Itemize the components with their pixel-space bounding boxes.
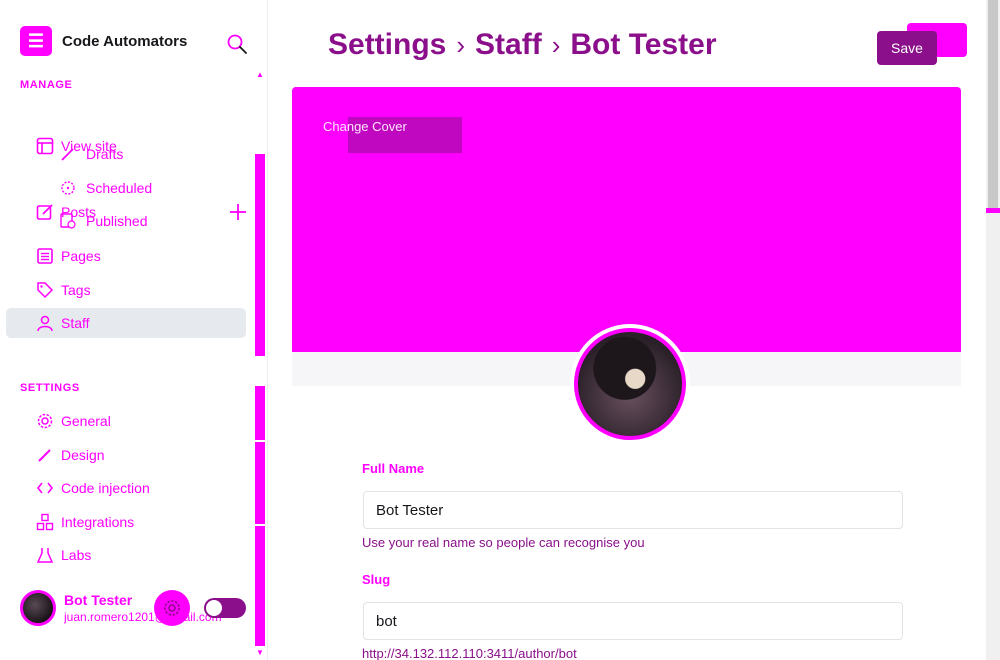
sidebar-subitem-drafts[interactable]: Drafts (60, 142, 123, 166)
sidebar-item-view-site[interactable]: View site (6, 131, 246, 161)
brand[interactable]: ☰ Code Automators (20, 26, 187, 56)
page-scrollbar-thumb[interactable] (988, 0, 998, 212)
breadcrumb: Settings › Staff › Bot Tester (328, 28, 717, 62)
sidebar-subitem-label: Scheduled (86, 180, 153, 196)
chevron-right-icon: › (456, 29, 466, 60)
scrollbar-segment (255, 526, 265, 646)
sidebar-item-label: General (61, 413, 111, 429)
sidebar-item-label: Labs (61, 547, 92, 563)
sidebar-item-integrations[interactable]: Integrations (6, 507, 246, 537)
chevron-right-icon: › (551, 29, 561, 60)
page-scrollbar[interactable] (986, 0, 1000, 660)
pencil-square-icon (36, 204, 53, 220)
staff-icon (37, 315, 53, 332)
sidebar-item-design[interactable]: Design (6, 440, 246, 470)
sidebar-item-code-injection[interactable]: Code injection (6, 473, 246, 503)
sidebar-item-pages[interactable]: Pages (6, 241, 246, 271)
brand-title: Code Automators (62, 32, 188, 50)
published-icon (60, 213, 76, 229)
toggle-knob (206, 600, 222, 616)
page-scrollbar-marker (986, 208, 1000, 213)
breadcrumb-staff[interactable]: Staff (475, 28, 542, 62)
pencil-icon (61, 148, 74, 161)
slug-label: Slug (362, 572, 391, 587)
sidebar-item-labs[interactable]: Labs (6, 540, 246, 570)
save-button[interactable]: Save (877, 31, 937, 65)
add-post-icon[interactable] (228, 202, 248, 222)
sidebar-item-label: Pages (61, 248, 101, 264)
sidebar-item-label: Integrations (61, 514, 135, 530)
sidebar-footer: Bot Tester juan.romero1201@gmail.com (20, 590, 248, 630)
section-label-settings: SETTINGS (20, 382, 80, 394)
breadcrumb-settings[interactable]: Settings (328, 28, 446, 62)
sidebar-item-label: Tags (61, 282, 91, 298)
scroll-down-arrow-icon[interactable]: ▼ (255, 648, 265, 657)
change-cover-label: Change Cover (323, 119, 407, 134)
brush-icon (38, 449, 51, 462)
change-cover-button[interactable]: Change Cover (323, 117, 462, 153)
profile-card: Full Name Use your real name so people c… (292, 324, 961, 660)
scrollbar-gap (255, 356, 265, 386)
sidebar-item-tags[interactable]: Tags (6, 275, 246, 305)
sidebar-item-general[interactable]: General (6, 406, 246, 436)
sidebar-subitem-published[interactable]: Published (60, 209, 148, 233)
sidebar: ☰ Code Automators MANAGE View site Posts… (0, 0, 268, 660)
clock-icon (61, 181, 75, 195)
footer-user-name[interactable]: Bot Tester (64, 592, 132, 608)
full-name-input[interactable] (363, 491, 903, 529)
integrations-icon (36, 513, 54, 531)
scrollbar-segment (255, 396, 265, 440)
pages-icon (37, 248, 53, 264)
main-content: Settings › Staff › Bot Tester Save Chang… (268, 0, 986, 660)
scrollbar-segment (255, 442, 265, 524)
gear-icon (37, 413, 53, 429)
slug-input[interactable] (363, 602, 903, 640)
search-icon[interactable] (226, 33, 248, 55)
full-name-hint: Use your real name so people can recogni… (362, 535, 645, 550)
slug-url-hint: http://34.132.112.110:3411/author/bot (362, 646, 577, 660)
sidebar-item-label: Staff (61, 315, 90, 331)
sidebar-subitem-scheduled[interactable]: Scheduled (60, 176, 152, 200)
section-label-manage: MANAGE (20, 79, 73, 91)
sidebar-item-label: Design (61, 447, 105, 463)
scroll-up-arrow-icon[interactable]: ▲ (255, 70, 265, 79)
gear-icon (164, 600, 180, 616)
sidebar-subitem-label: Published (86, 213, 148, 229)
code-icon (36, 482, 54, 494)
footer-user-email: juan.romero1201@gmail.com (64, 610, 222, 624)
labs-icon (36, 548, 54, 563)
profile-avatar-wrapper[interactable] (570, 324, 690, 444)
full-name-label: Full Name (362, 461, 425, 476)
brand-logo-icon: ☰ (20, 26, 52, 56)
settings-button[interactable] (154, 590, 190, 626)
page-title: Bot Tester (570, 28, 717, 61)
avatar[interactable] (20, 590, 56, 626)
sidebar-item-staff[interactable]: Staff (6, 308, 246, 338)
sidebar-item-label: Code injection (61, 480, 150, 496)
sidebar-scrollbar[interactable]: ▲ ▼ (253, 70, 267, 660)
layout-icon (36, 137, 54, 155)
cover-image: Change Cover (292, 87, 961, 352)
profile-avatar[interactable] (574, 328, 686, 440)
night-mode-toggle[interactable] (204, 598, 246, 618)
sidebar-subitem-label: Drafts (86, 146, 124, 162)
tag-icon (37, 282, 54, 299)
